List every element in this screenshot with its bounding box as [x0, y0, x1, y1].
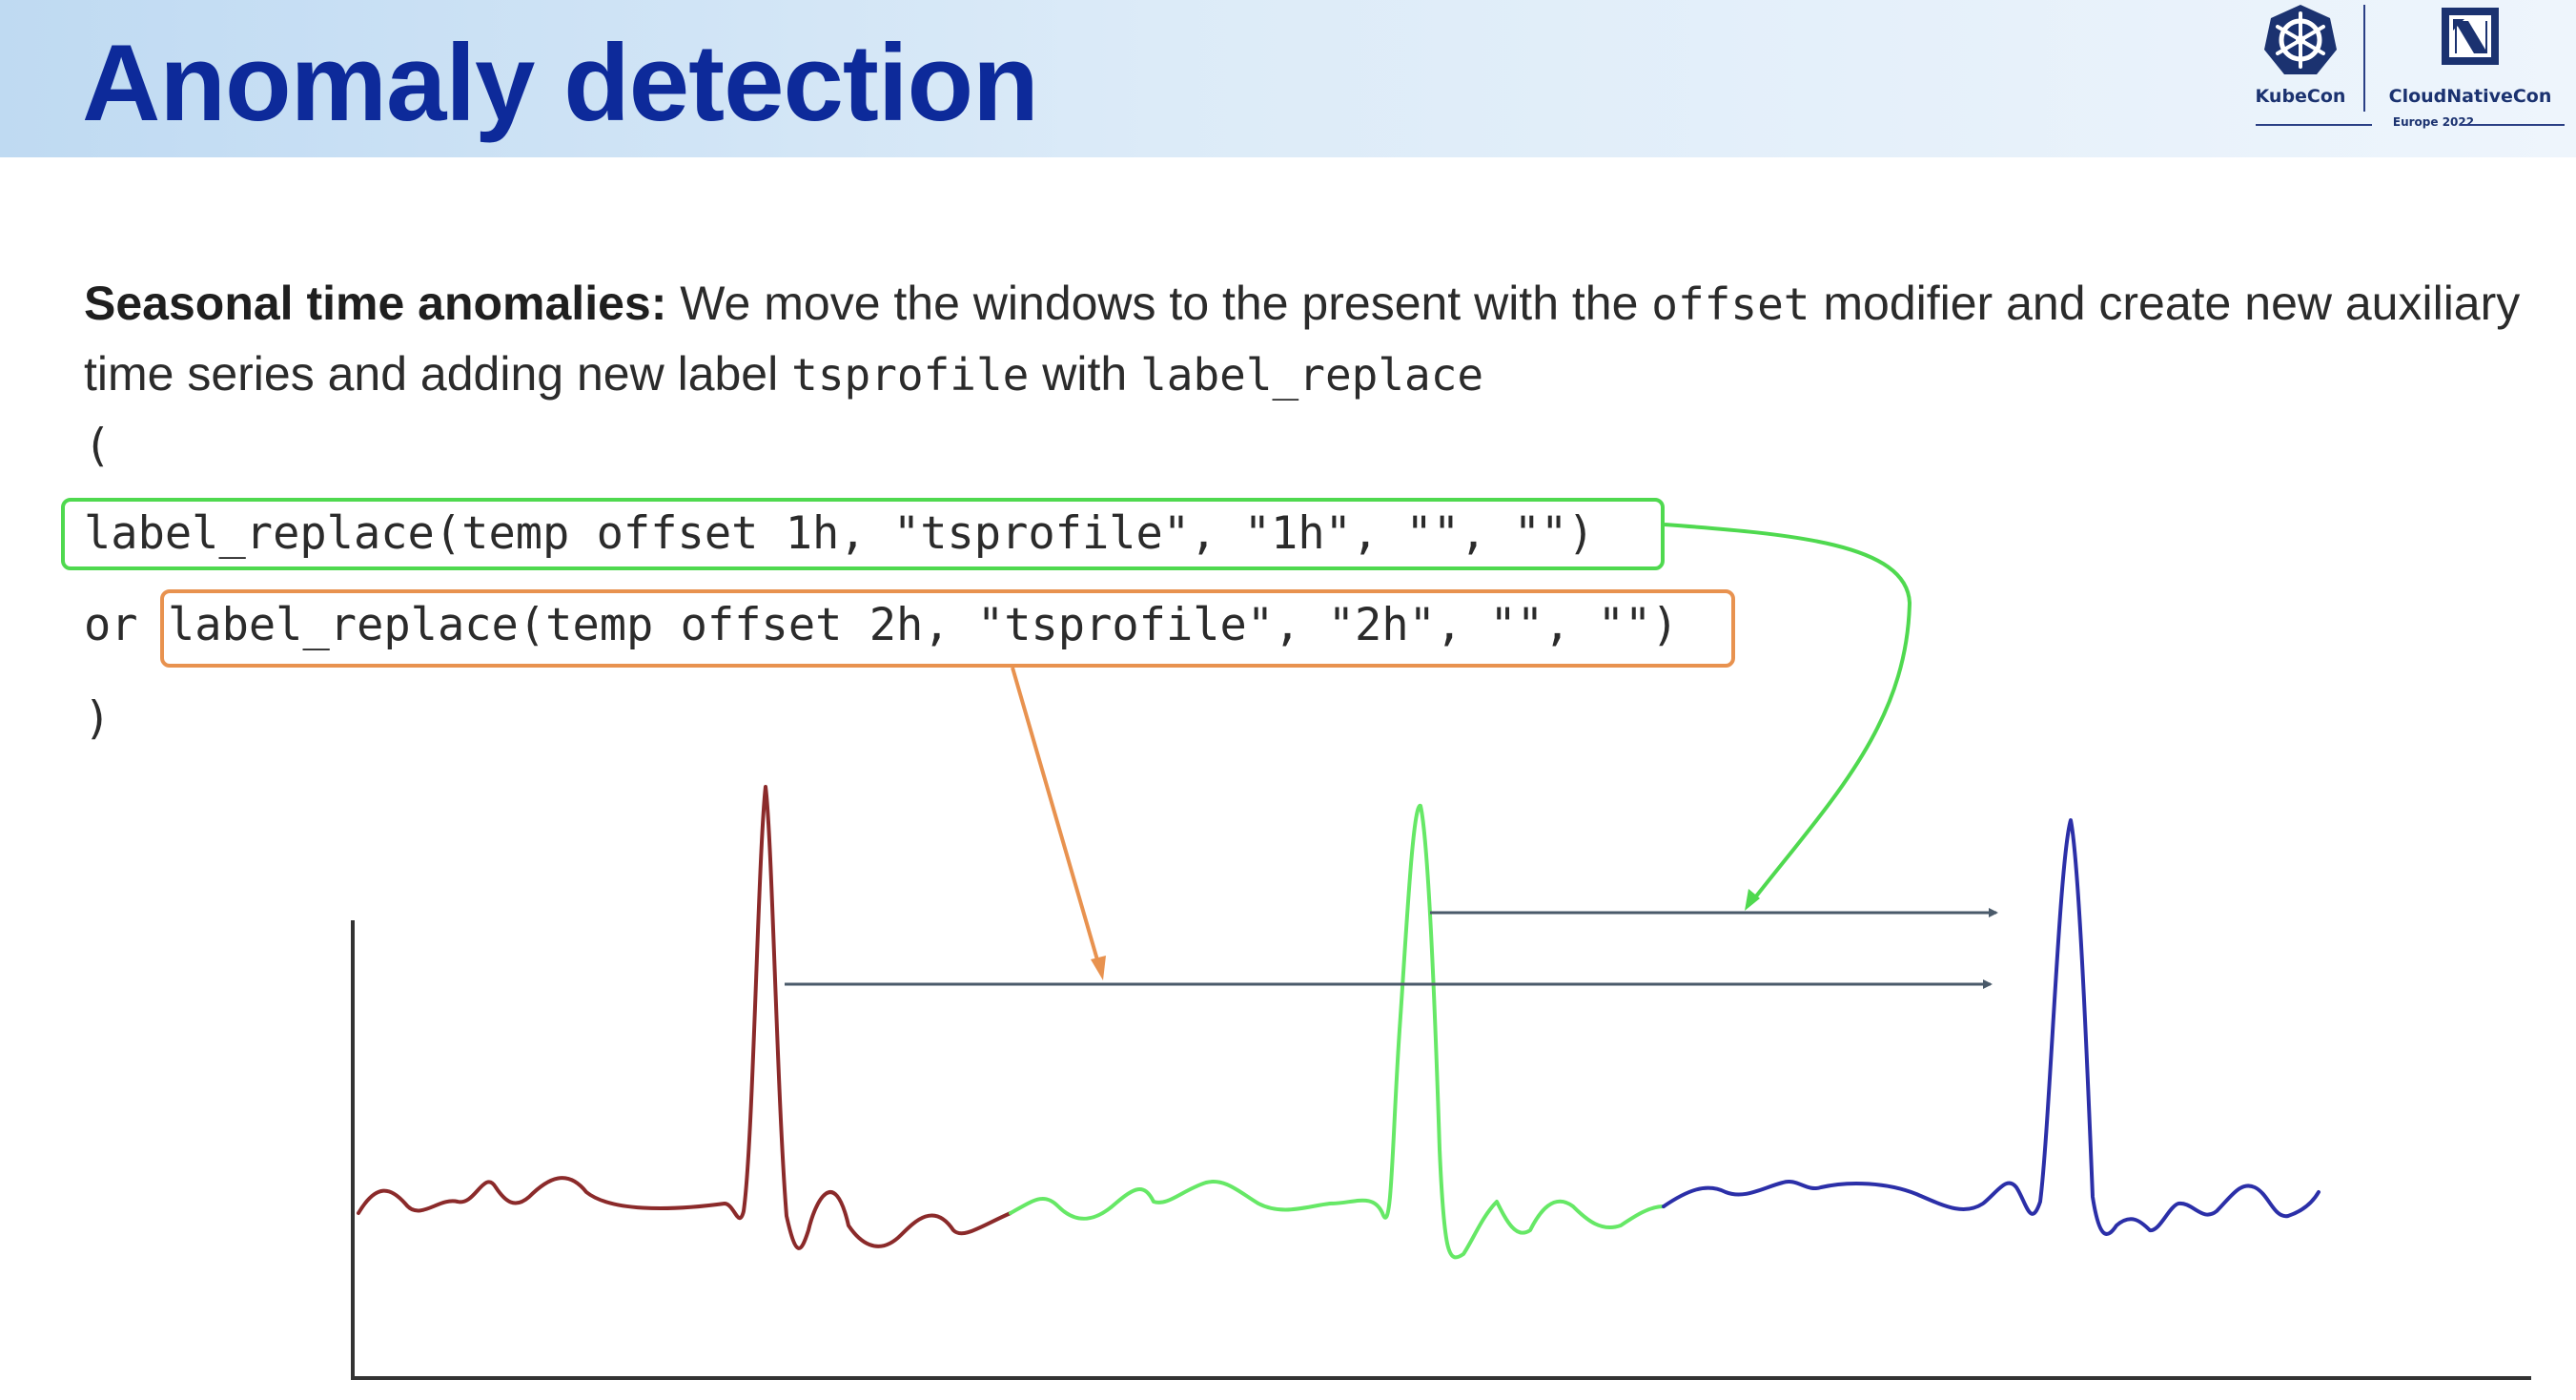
callout-arrowhead-2h	[1091, 956, 1106, 980]
callout-arrow-2h	[1011, 667, 1100, 964]
seasonal-diagram	[351, 523, 2531, 1380]
series-green	[1009, 803, 1666, 1260]
callout-arrow-1h	[1664, 523, 1912, 903]
series-red	[357, 785, 1012, 1250]
series-blue	[1662, 818, 2320, 1236]
